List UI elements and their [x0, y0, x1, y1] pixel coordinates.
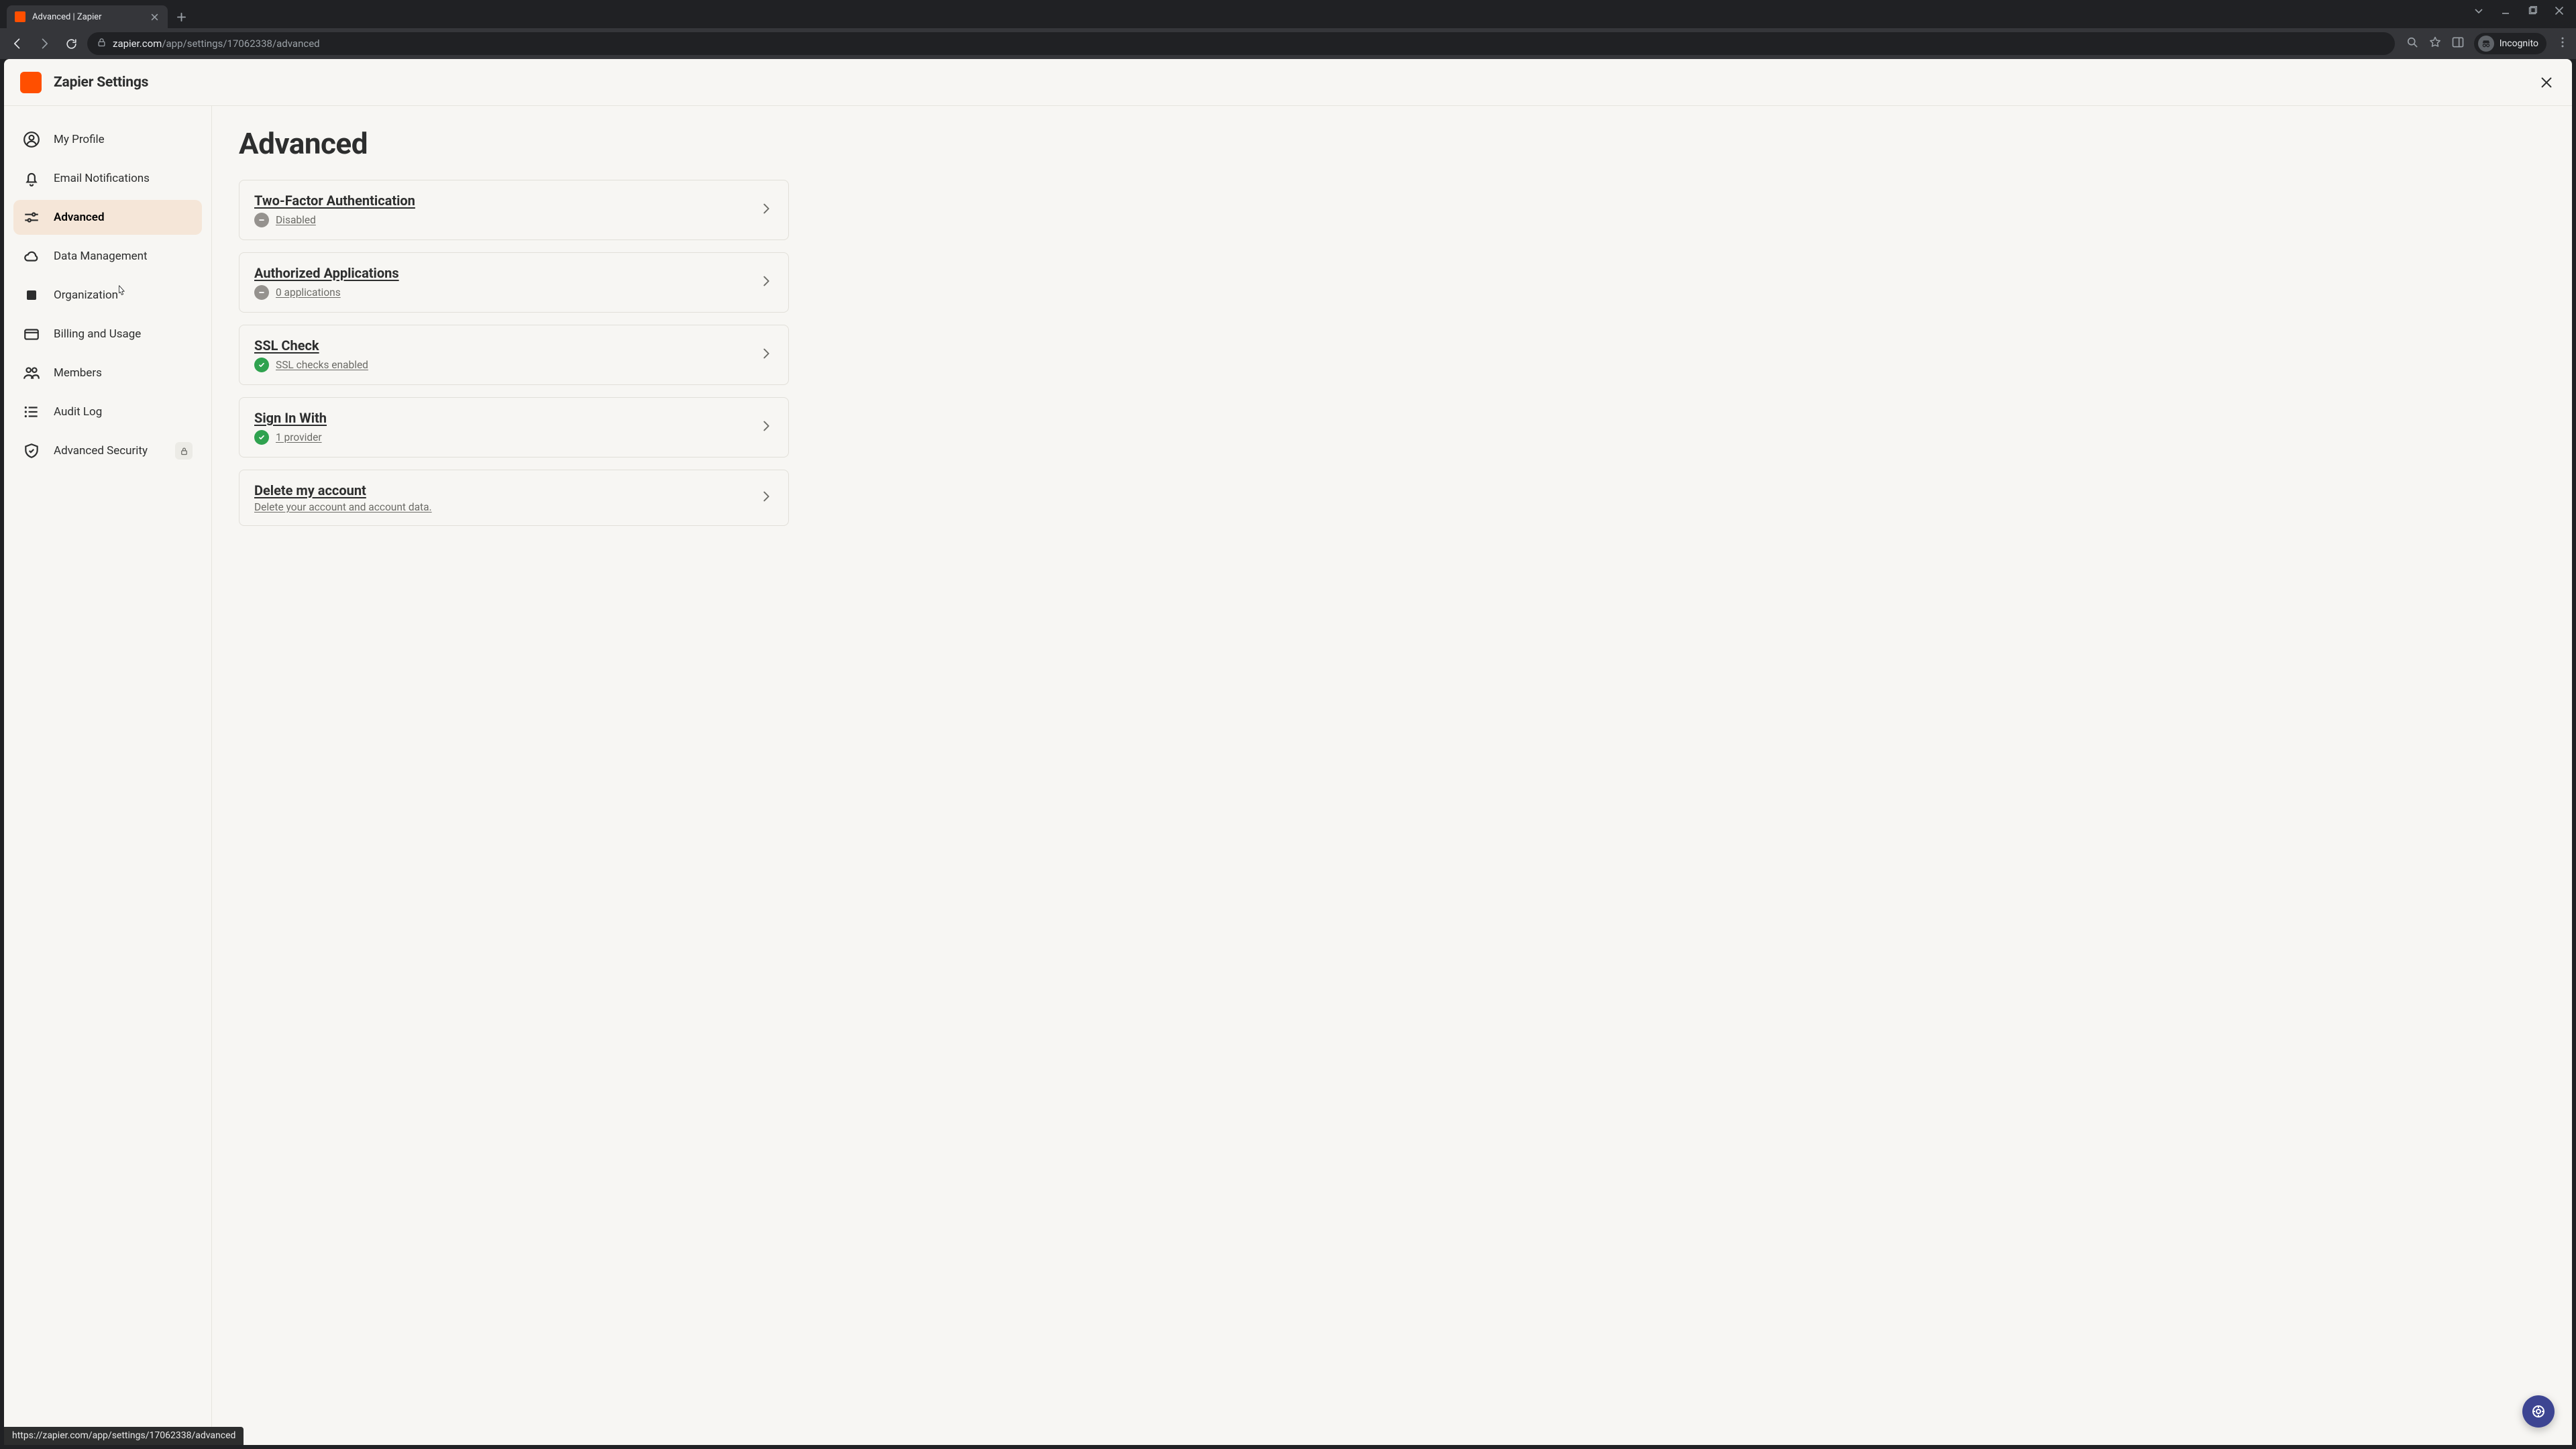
page-viewport: Zapier Settings My Profile Email Notifi	[4, 59, 2572, 1445]
card-title: Two-Factor Authentication	[254, 193, 759, 209]
sidebar-item-members[interactable]: Members	[13, 356, 202, 390]
sidebar-item-my-profile[interactable]: My Profile	[13, 122, 202, 157]
url-host: zapier.com	[113, 38, 162, 50]
incognito-badge[interactable]: Incognito	[2474, 33, 2546, 54]
address-bar[interactable]: zapier.com/app/settings/17062338/advance…	[87, 32, 2395, 55]
status-disabled-icon	[254, 285, 269, 300]
lock-badge-icon	[175, 442, 193, 460]
tabs-dropdown-icon[interactable]	[2474, 5, 2483, 18]
credit-card-icon	[23, 325, 40, 343]
incognito-icon	[2478, 36, 2494, 52]
list-icon	[23, 403, 40, 421]
settings-sidebar: My Profile Email Notifications Advanced	[4, 106, 212, 1445]
profile-icon	[23, 131, 40, 148]
chevron-right-icon	[759, 419, 773, 436]
sidebar-item-label: Advanced	[54, 211, 105, 224]
cloud-icon	[23, 248, 40, 265]
url-path: /app/settings/17062338/advanced	[162, 38, 319, 50]
tab-title: Advanced | Zapier	[32, 12, 142, 22]
sidebar-item-data-management[interactable]: Data Management	[13, 239, 202, 274]
card-title: Delete my account	[254, 482, 759, 498]
advanced-card-list: Two-Factor Authentication Disabled	[239, 180, 789, 526]
card-subtitle: 0 applications	[254, 285, 759, 300]
incognito-label: Incognito	[2500, 38, 2538, 49]
status-bar: https://zapier.com/app/settings/17062338…	[4, 1427, 244, 1445]
sidebar-item-advanced[interactable]: Advanced	[13, 200, 202, 235]
card-status-text: 1 provider	[276, 431, 322, 443]
bell-icon	[23, 170, 40, 187]
card-ssl-check[interactable]: SSL Check SSL checks enabled	[239, 325, 789, 385]
zapier-favicon	[15, 11, 25, 22]
new-tab-button[interactable]	[172, 7, 191, 26]
status-enabled-icon	[254, 358, 269, 372]
sidebar-item-billing-and-usage[interactable]: Billing and Usage	[13, 317, 202, 352]
organization-icon	[23, 286, 40, 304]
sidebar-item-audit-log[interactable]: Audit Log	[13, 394, 202, 429]
card-status-text: Disabled	[276, 214, 316, 226]
sidebar-item-label: My Profile	[54, 133, 105, 146]
card-delete-my-account[interactable]: Delete my account Delete your account an…	[239, 470, 789, 526]
chevron-right-icon	[759, 489, 773, 506]
card-status-text: Delete your account and account data.	[254, 501, 432, 513]
card-subtitle: SSL checks enabled	[254, 358, 759, 372]
card-title: Authorized Applications	[254, 265, 759, 281]
sidebar-item-label: Audit Log	[54, 405, 102, 419]
close-tab-icon[interactable]	[149, 11, 160, 22]
settings-title: Zapier Settings	[54, 74, 148, 91]
status-bar-url: https://zapier.com/app/settings/17062338…	[12, 1430, 235, 1441]
bookmark-star-icon[interactable]	[2428, 36, 2442, 52]
tab-strip: Advanced | Zapier	[0, 0, 2576, 28]
card-two-factor-authentication[interactable]: Two-Factor Authentication Disabled	[239, 180, 789, 240]
card-status-text: 0 applications	[276, 286, 341, 299]
chevron-right-icon	[759, 201, 773, 219]
side-panel-icon[interactable]	[2451, 36, 2465, 52]
sidebar-item-label: Email Notifications	[54, 172, 150, 185]
close-window-icon[interactable]	[2555, 5, 2564, 18]
chevron-right-icon	[759, 346, 773, 364]
sidebar-item-email-notifications[interactable]: Email Notifications	[13, 161, 202, 196]
card-subtitle: Disabled	[254, 213, 759, 227]
forward-button[interactable]	[34, 33, 55, 54]
window-controls	[2462, 0, 2576, 23]
sidebar-item-advanced-security[interactable]: Advanced Security	[13, 433, 202, 468]
help-fab-button[interactable]	[2522, 1395, 2555, 1428]
sidebar-item-label: Billing and Usage	[54, 327, 141, 341]
card-title: SSL Check	[254, 337, 759, 354]
card-status-text: SSL checks enabled	[276, 359, 368, 371]
sliders-icon	[23, 209, 40, 226]
sidebar-item-label: Organization	[54, 288, 118, 302]
browser-toolbar: zapier.com/app/settings/17062338/advance…	[0, 28, 2576, 59]
search-icon[interactable]	[2406, 36, 2419, 52]
url-text: zapier.com/app/settings/17062338/advance…	[113, 38, 320, 50]
status-disabled-icon	[254, 213, 269, 227]
sidebar-item-label: Data Management	[54, 250, 148, 263]
card-title: Sign In With	[254, 410, 759, 426]
browser-menu-icon[interactable]	[2556, 36, 2569, 52]
zapier-logo[interactable]	[20, 72, 42, 93]
lock-icon	[97, 38, 106, 50]
browser-tab[interactable]: Advanced | Zapier	[7, 5, 168, 28]
sidebar-item-organization[interactable]: Organization	[13, 278, 202, 313]
card-subtitle: 1 provider	[254, 430, 759, 445]
shield-icon	[23, 442, 40, 460]
page-heading: Advanced	[239, 126, 2545, 161]
chevron-right-icon	[759, 274, 773, 291]
card-sign-in-with[interactable]: Sign In With 1 provider	[239, 397, 789, 458]
back-button[interactable]	[7, 33, 28, 54]
sidebar-item-label: Advanced Security	[54, 444, 148, 458]
settings-header: Zapier Settings	[4, 59, 2572, 106]
reload-button[interactable]	[60, 33, 82, 54]
members-icon	[23, 364, 40, 382]
card-authorized-applications[interactable]: Authorized Applications 0 applications	[239, 252, 789, 313]
status-enabled-icon	[254, 430, 269, 445]
settings-main: Advanced Two-Factor Authentication Disab…	[212, 106, 2572, 1445]
sidebar-item-label: Members	[54, 366, 102, 380]
card-subtitle: Delete your account and account data.	[254, 501, 759, 513]
close-settings-button[interactable]	[2537, 73, 2556, 92]
minimize-icon[interactable]	[2501, 5, 2510, 18]
maximize-icon[interactable]	[2528, 5, 2537, 18]
